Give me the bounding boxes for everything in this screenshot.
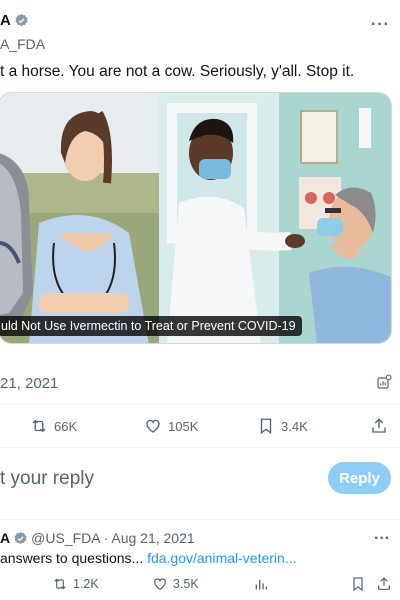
reply-date[interactable]: · Aug 21, 2021	[104, 530, 195, 546]
reply-author-handle[interactable]: @US_FDA	[31, 530, 100, 546]
bookmark-button[interactable]: 3.4K	[257, 417, 308, 435]
tweet-media[interactable]: uld Not Use Ivermectin to Treat or Preve…	[0, 92, 392, 344]
bookmark-icon	[353, 577, 363, 592]
verified-badge-icon	[15, 13, 28, 27]
more-icon[interactable]: ···	[371, 16, 390, 34]
reply-retweet-count: 1.2K	[73, 577, 99, 591]
author-name-row[interactable]: A	[0, 12, 29, 29]
reply-like-count: 3.5K	[173, 577, 199, 591]
reply-button[interactable]: Reply	[328, 462, 391, 494]
reply-share-button[interactable]	[376, 576, 392, 592]
reply-tweet-actions: 1.2K 3.5K	[0, 576, 400, 596]
reply-text: answers to questions...	[0, 550, 148, 566]
reply-bookmark-button[interactable]	[350, 576, 366, 592]
tweet-text: t a horse. You are not a cow. Seriously,…	[0, 63, 355, 80]
reply-composer: t your reply Reply	[0, 448, 400, 518]
retweet-button[interactable]: 66K	[30, 417, 77, 435]
author-name[interactable]: A	[0, 12, 11, 29]
tweet-timestamp[interactable]: 21, 2021	[0, 375, 58, 392]
verified-badge-icon	[14, 531, 27, 544]
bookmark-count: 3.4K	[281, 418, 308, 434]
reply-input[interactable]: t your reply	[0, 468, 94, 490]
reply-tweet-text: answers to questions... fda.gov/animal-v…	[0, 550, 296, 566]
reply-retweet-button[interactable]: 1.2K	[52, 576, 99, 592]
reply-link[interactable]: fda.gov/animal-veterin...	[147, 550, 296, 566]
reply-tweet[interactable]: A @US_FDA · Aug 21, 2021 ··· answers to …	[0, 520, 400, 600]
share-icon	[378, 577, 390, 590]
reply-views-button[interactable]	[253, 576, 269, 592]
more-icon[interactable]: ···	[374, 530, 390, 548]
retweet-icon	[32, 419, 46, 433]
retweet-icon	[54, 578, 66, 590]
reply-tweet-header: A @US_FDA · Aug 21, 2021	[0, 530, 195, 546]
share-button[interactable]	[370, 417, 388, 435]
tweet-header: A A_FDA ···	[0, 12, 400, 52]
like-count: 105K	[168, 418, 199, 434]
like-icon	[146, 419, 160, 433]
media-image	[0, 93, 391, 343]
share-icon	[372, 418, 386, 433]
stats-icon[interactable]	[376, 374, 392, 390]
views-icon	[255, 580, 267, 590]
like-button[interactable]: 105K	[144, 417, 198, 435]
author-handle[interactable]: A_FDA	[0, 36, 45, 52]
reply-author-name[interactable]: A	[0, 530, 10, 546]
reply-like-button[interactable]: 3.5K	[152, 576, 199, 592]
bookmark-icon	[260, 418, 272, 435]
retweet-count: 66K	[54, 418, 78, 434]
media-caption: uld Not Use Ivermectin to Treat or Preve…	[0, 316, 302, 336]
like-icon	[154, 578, 166, 591]
tweet-actions: 66K 105K 3.4K	[0, 405, 400, 447]
